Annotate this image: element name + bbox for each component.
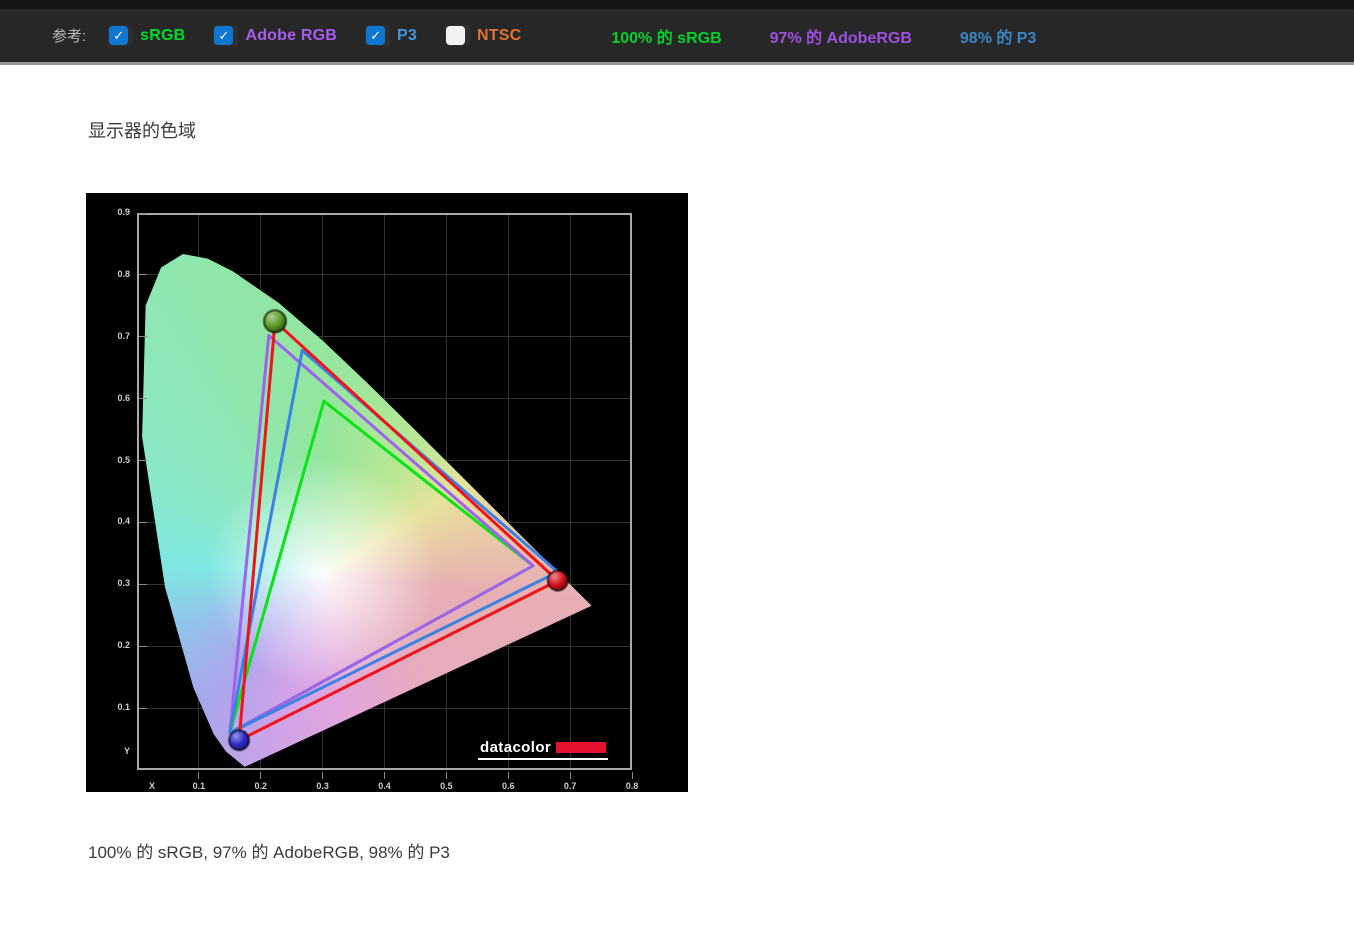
x-tick-label: 0.6 — [501, 781, 515, 791]
y-tick-label: 0.2 — [117, 640, 130, 651]
gamut-triangle-p3 — [228, 348, 560, 735]
srgb-checkbox-label: sRGB — [140, 26, 186, 44]
x-tick-mark — [322, 772, 324, 779]
y-tick-mark — [139, 583, 147, 585]
green-primary-marker — [262, 309, 288, 334]
y-tick-label: 0.5 — [117, 454, 130, 465]
gamut-summary-adobergb: 97% 的 AdobeRGB — [769, 29, 912, 47]
x-tick-mark — [631, 772, 633, 779]
y-tick-label: 0.3 — [117, 578, 130, 589]
x-tick-mark — [507, 772, 509, 779]
y-tick-label: 0.7 — [117, 330, 130, 341]
gamut-caption: 100% 的 sRGB, 97% 的 AdobeRGB, 98% 的 P3 — [88, 843, 450, 862]
x-tick-label: 0.8 — [625, 781, 639, 791]
y-axis-label: Y — [123, 746, 130, 756]
x-tick-label: 0.5 — [440, 781, 453, 791]
y-tick-mark — [139, 521, 147, 523]
x-tick-mark — [445, 772, 447, 779]
y-tick-mark — [139, 398, 147, 400]
gamut-summary-p3: 98% 的 P3 — [959, 29, 1037, 47]
x-tick-label: 0.4 — [378, 781, 391, 791]
srgb-checkbox-wrap: ✓ — [108, 25, 134, 46]
gamut-chart: datacolor 0.1 0.2 0.3 0.4 0.5 0.6 0.7 0.8 0.1 0.2… — [86, 193, 688, 792]
reference-checkbox-groups: ✓ sRGB ✓ Adobe RGB ✓ P3 NTSC — [108, 25, 549, 46]
x-tick-label: 0.3 — [316, 781, 329, 791]
y-tick-label: 0.6 — [117, 392, 130, 403]
y-tick-label: 0.4 — [117, 516, 130, 527]
checkbox-group-srgb: ✓ sRGB — [108, 25, 185, 46]
chromaticity-overlay — [227, 309, 570, 752]
x-tick-mark — [384, 772, 385, 779]
y-tick-mark — [139, 336, 147, 338]
adobergb-checkbox-wrap: ✓ — [213, 25, 239, 46]
window-top-strip — [0, 0, 1354, 9]
srgb-checkbox[interactable]: ✓ — [109, 26, 129, 45]
gamut-summaries: 100% 的 sRGB 97% 的 AdobeRGB 98% 的 P3 — [549, 24, 1036, 48]
reference-toolbar: 参考: ✓ sRGB ✓ Adobe RGB ✓ P3 NTSC 100% 的 sRGB 97… — [0, 9, 1354, 65]
gamut-summary-srgb: 100% 的 sRGB — [611, 29, 722, 47]
adobergb-checkbox[interactable]: ✓ — [214, 26, 234, 45]
datacolor-logo: datacolor — [478, 739, 609, 760]
page-content: 显示器的色域 datacolor 0.1 0.2 0.3 0.4 0.5 0.6 0.7 0.… — [0, 117, 1354, 863]
x-tick-mark — [260, 772, 262, 779]
y-tick-mark — [139, 645, 147, 647]
y-tick-mark — [139, 212, 147, 214]
x-tick-label: 0.7 — [563, 781, 577, 791]
adobergb-checkbox-label: Adobe RGB — [245, 26, 338, 44]
checkbox-group-ntsc: NTSC — [445, 25, 521, 46]
p3-checkbox-wrap: ✓ — [365, 25, 391, 46]
ntsc-checkbox[interactable] — [446, 26, 465, 45]
red-primary-marker — [546, 569, 570, 592]
reference-label: 参考: — [52, 28, 87, 45]
datacolor-logo-text: datacolor — [480, 739, 552, 756]
ntsc-checkbox-wrap — [445, 25, 470, 46]
y-tick-label: 0.8 — [117, 268, 130, 279]
blue-primary-marker — [227, 729, 251, 752]
gamut-triangle-srgb — [228, 399, 535, 735]
datacolor-logo-bar — [556, 742, 607, 753]
page-title: 显示器的色域 — [88, 121, 196, 141]
checkbox-group-adobergb: ✓ Adobe RGB — [213, 25, 337, 46]
x-tick-mark — [198, 772, 200, 779]
y-tick-mark — [139, 707, 147, 709]
y-tick-mark — [139, 274, 147, 276]
checkbox-group-p3: ✓ P3 — [365, 25, 417, 46]
x-axis-label: X — [149, 781, 156, 791]
x-tick-mark — [569, 772, 571, 779]
x-tick-label: 0.1 — [192, 781, 206, 791]
x-tick-label: 0.2 — [254, 781, 267, 791]
p3-checkbox[interactable]: ✓ — [366, 26, 386, 45]
ntsc-checkbox-label: NTSC — [477, 26, 522, 44]
gamut-triangle-adobe-rgb — [228, 334, 535, 735]
y-tick-mark — [139, 460, 147, 462]
p3-checkbox-label: P3 — [397, 26, 417, 44]
y-tick-label: 0.9 — [117, 207, 130, 217]
y-tick-label: 0.1 — [117, 702, 130, 713]
